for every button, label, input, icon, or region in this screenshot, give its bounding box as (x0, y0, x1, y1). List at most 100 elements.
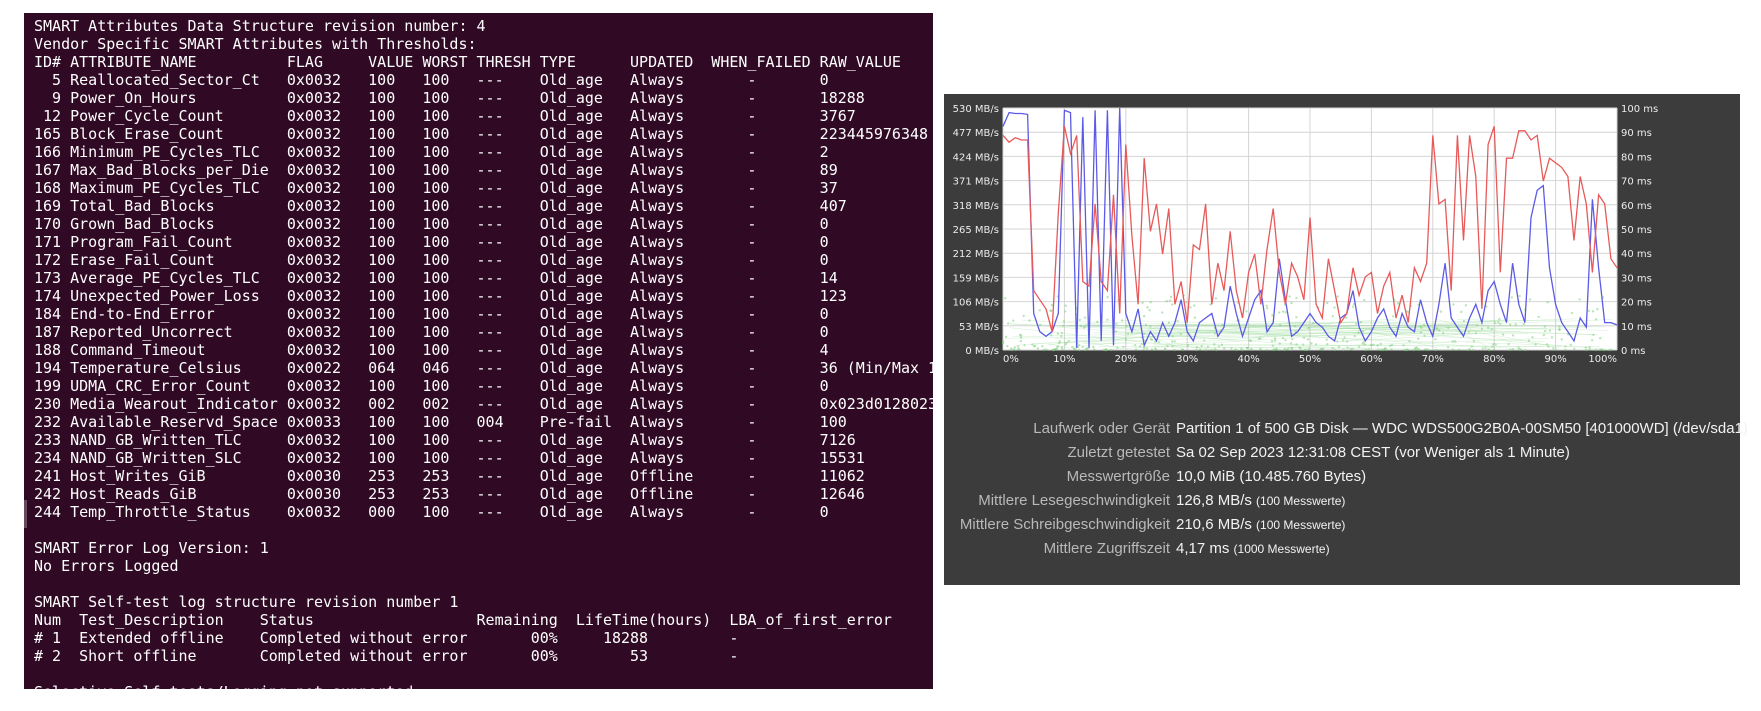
access-time-point (1083, 316, 1087, 319)
access-time-point (1587, 309, 1590, 313)
access-time-point (1351, 305, 1355, 308)
access-time-point (1468, 347, 1472, 351)
access-time-point (1522, 322, 1526, 326)
access-time-point (1542, 333, 1546, 337)
access-time-point (1041, 345, 1044, 348)
access-time-point (1592, 333, 1595, 337)
access-time-point (1596, 307, 1599, 311)
y-right-tick-label: 50 ms (1621, 225, 1652, 236)
terminal-line: SMART Error Log Version: 1 (34, 539, 269, 557)
terminal-line: ID# ATTRIBUTE_NAME FLAG VALUE WORST THRE… (34, 53, 901, 71)
access-time-point (1055, 348, 1058, 351)
terminal-line: 194 Temperature_Celsius 0x0022 064 046 -… (34, 359, 933, 377)
access-time-point (1223, 347, 1226, 350)
access-time-point (1038, 309, 1041, 312)
access-time-point (1092, 345, 1095, 349)
access-time-point (1033, 345, 1036, 348)
access-time-point (1012, 319, 1015, 322)
terminal-line: 167 Max_Bad_Blocks_per_Die 0x0032 100 10… (34, 161, 838, 179)
access-time-point (1050, 303, 1054, 307)
access-time-point (1458, 348, 1461, 351)
info-note: (100 Messwerte) (1256, 494, 1346, 508)
terminal-line: 168 Maximum_PE_Cycles_TLC 0x0032 100 100… (34, 179, 838, 197)
access-time-point (1472, 348, 1475, 352)
access-time-point (1215, 348, 1218, 352)
info-value: 210,6 MB/s (100 Messwerte) (1176, 512, 1345, 538)
access-time-point (1511, 334, 1515, 337)
terminal-line: 188 Command_Timeout 0x0032 100 100 --- O… (34, 341, 829, 359)
access-time-point (1234, 348, 1237, 351)
access-time-point (1295, 296, 1298, 300)
access-time-point (1265, 306, 1269, 310)
access-time-point (1168, 299, 1172, 302)
access-time-point (1462, 319, 1466, 323)
access-time-point (1552, 347, 1555, 350)
access-time-point (1460, 310, 1463, 314)
access-time-point (1590, 339, 1594, 342)
access-time-point (1518, 348, 1521, 352)
info-row: Mittlere Lesegeschwindigkeit 126,8 MB/s (… (944, 488, 1740, 514)
access-time-point (1284, 311, 1287, 314)
access-time-point (1160, 311, 1164, 314)
access-time-point (1270, 339, 1274, 343)
access-time-point (1078, 348, 1081, 352)
terminal-scrollbar[interactable] (24, 500, 27, 528)
access-time-point (1570, 311, 1574, 315)
terminal-line: 233 NAND_GB_Written_TLC 0x0032 100 100 -… (34, 431, 856, 449)
y-right-tick-label: 80 ms (1621, 152, 1652, 163)
access-time-point (1464, 304, 1468, 307)
access-time-point (1362, 341, 1365, 344)
access-time-point (1185, 300, 1188, 304)
terminal-window[interactable]: SMART Attributes Data Structure revision… (24, 13, 933, 689)
access-time-point (1045, 348, 1048, 351)
access-time-point (1528, 298, 1532, 301)
access-time-point (1206, 345, 1210, 348)
smartctl-output: SMART Attributes Data Structure revision… (24, 13, 933, 689)
x-tick-label: 50% (1299, 354, 1321, 365)
access-time-point (1415, 346, 1419, 349)
x-tick-label: 60% (1360, 354, 1382, 365)
access-time-point (1018, 333, 1022, 337)
info-note: (1000 Messwerte) (1233, 542, 1330, 556)
access-time-point (1141, 301, 1144, 304)
access-time-point (1245, 310, 1248, 313)
terminal-line: 184 End-to-End_Error 0x0032 100 100 --- … (34, 305, 829, 323)
y-right-tick-label: 30 ms (1621, 273, 1652, 284)
y-right-tick-label: 90 ms (1621, 128, 1652, 139)
terminal-line: SMART Self-test log structure revision n… (34, 593, 459, 611)
terminal-line: # 1 Extended offline Completed without e… (34, 629, 739, 647)
info-label: Mittlere Zugriffszeit (1043, 540, 1170, 557)
access-time-point (1171, 340, 1174, 343)
info-value-text: Partition 1 of 500 GB Disk — WDC WDS500G… (1176, 420, 1748, 437)
access-time-point (1288, 295, 1291, 298)
y-right-tick-label: 40 ms (1621, 249, 1652, 260)
access-time-point (1494, 343, 1498, 346)
info-label: Mittlere Lesegeschwindigkeit (978, 492, 1170, 509)
access-time-point (1022, 314, 1025, 318)
access-time-point (1195, 348, 1198, 352)
access-time-point (1193, 316, 1197, 319)
y-right-tick-label: 20 ms (1621, 298, 1652, 309)
access-time-point (1018, 347, 1021, 351)
access-time-point (1310, 342, 1313, 345)
x-tick-label: 10% (1053, 354, 1075, 365)
access-time-point (1220, 343, 1224, 347)
access-time-point (1569, 343, 1573, 347)
info-row: Laufwerk oder Gerät Partition 1 of 500 GB… (944, 416, 1748, 442)
y-left-tick-label: 53 MB/s (959, 322, 999, 333)
access-time-point (1537, 315, 1540, 319)
access-time-point (1059, 334, 1063, 338)
access-time-point (1610, 348, 1613, 352)
access-time-point (1518, 294, 1521, 298)
access-time-point (1273, 339, 1277, 342)
access-time-point (1155, 348, 1158, 351)
info-value-text: 10,0 MiB (10.485.760 Bytes) (1176, 468, 1367, 485)
access-time-point (1508, 348, 1512, 352)
info-row: Messwertgröße 10,0 MiB (10.485.760 Bytes) (944, 464, 1740, 490)
info-note: (100 Messwerte) (1256, 518, 1346, 532)
x-tick-label: 20% (1115, 354, 1137, 365)
x-tick-label: 70% (1422, 354, 1444, 365)
access-time-point (1058, 340, 1062, 343)
access-time-point (1303, 348, 1306, 352)
